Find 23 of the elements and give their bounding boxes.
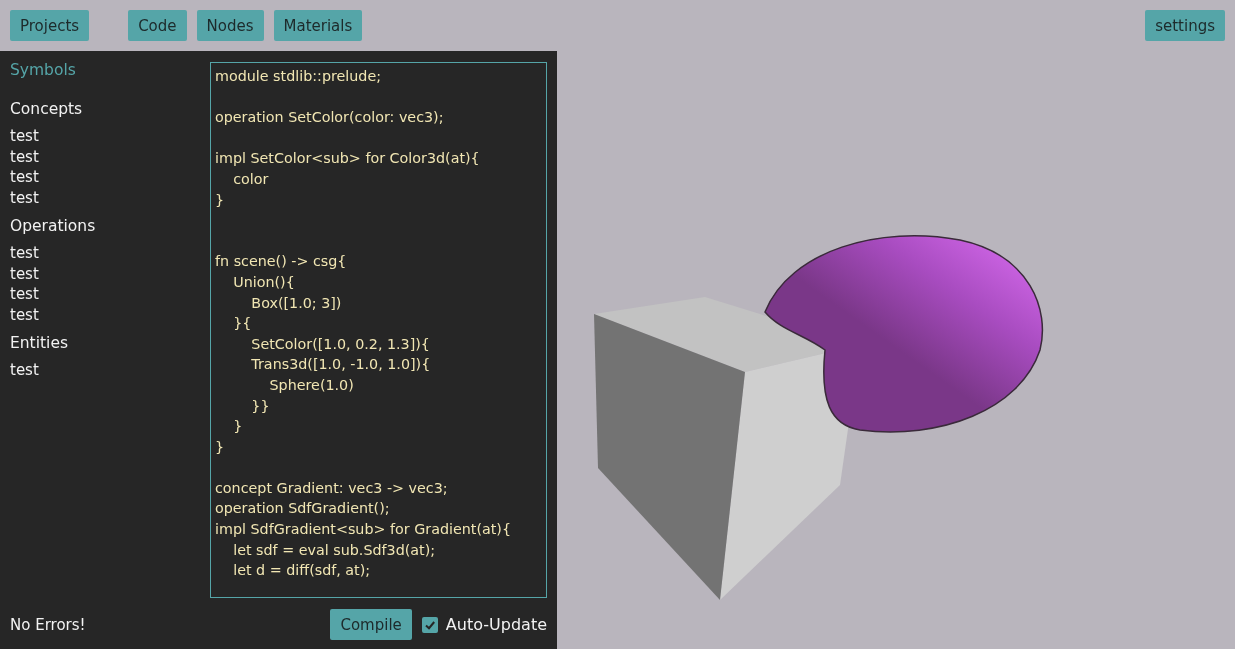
symbol-item[interactable]: test: [10, 304, 190, 325]
compile-button[interactable]: Compile: [330, 609, 412, 640]
toolbar-button[interactable]: Code: [128, 10, 187, 41]
toolbar-button[interactable]: Nodes: [196, 10, 264, 41]
symbol-item[interactable]: test: [10, 284, 190, 305]
symbol-item[interactable]: test: [10, 126, 190, 147]
symbol-item[interactable]: test: [10, 146, 190, 167]
toolbar-button[interactable]: settings: [1145, 10, 1225, 41]
checkbox[interactable]: [421, 616, 438, 633]
section-heading: Concepts: [10, 100, 84, 118]
toolbar-button[interactable]: Projects: [10, 10, 90, 41]
symbol-item[interactable]: test: [10, 187, 190, 208]
symbol-item[interactable]: test: [10, 263, 190, 284]
section-heading: Entities: [10, 334, 69, 352]
status-text: No Errors!: [10, 615, 86, 634]
toolbar-button[interactable]: Materials: [273, 10, 363, 41]
sidebar-title: Symbols: [10, 61, 77, 79]
checkbox-label: Auto-Update: [445, 615, 547, 634]
symbol-item[interactable]: test: [10, 167, 190, 188]
symbol-item[interactable]: test: [10, 360, 190, 381]
section-heading: Operations: [10, 217, 97, 235]
symbol-item[interactable]: test: [10, 243, 190, 264]
code-editor[interactable]: module stdlib::prelude; operation SetColor(color: vec3); impl SetColor<sub> for Color3d(at){ color } fn scene() -> csg{ Union(){ Box([1.0; 3]) }{ SetColor([1.0, 0.2, 1.3]){ Trans3d([1.0, -1.0, 1.0]){ Sphere(1.0) }} } } concept Gradient: vec3 -> vec3; operation SdfGradient(); impl SdfGradient<sub> for Gradient(at){ let sdf = eval sub.Sdf3d(at); let d = diff(sdf, at);: [210, 62, 547, 598]
